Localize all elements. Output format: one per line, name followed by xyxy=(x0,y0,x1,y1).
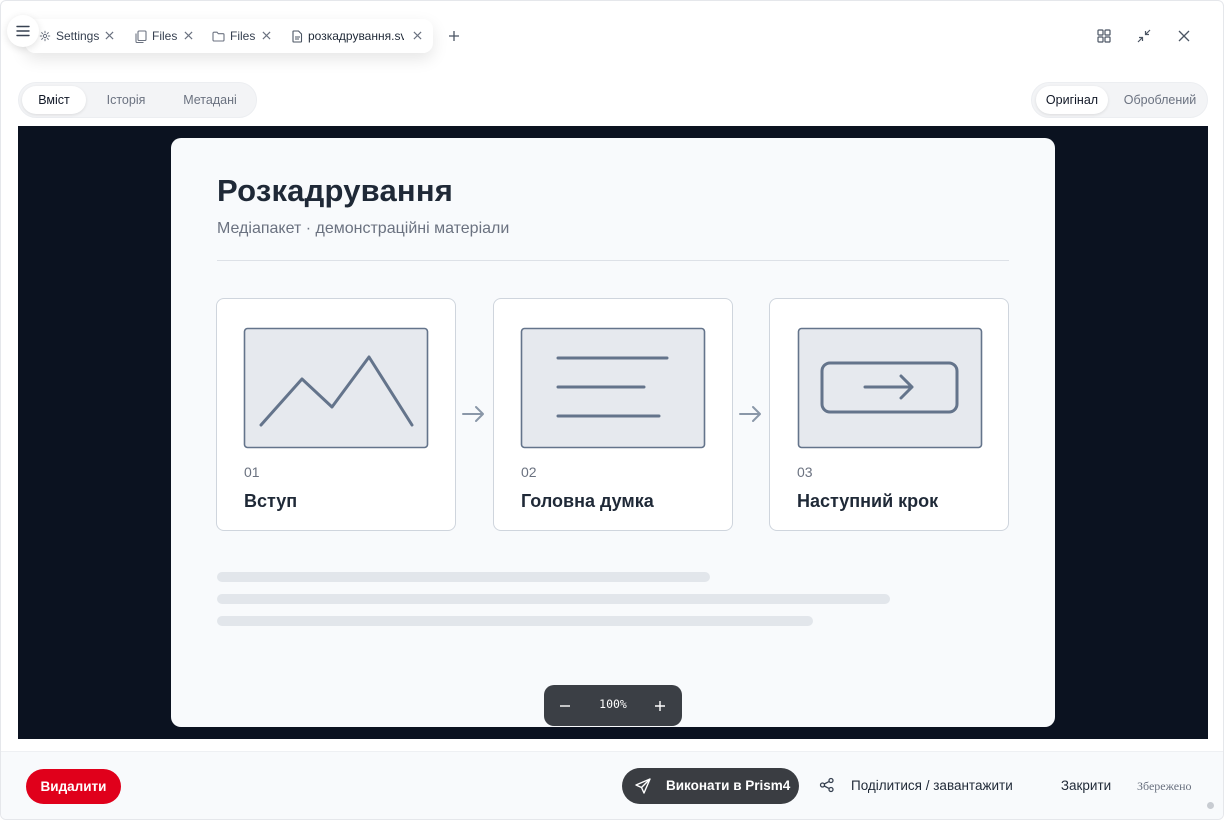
mountain-chart-illustration xyxy=(243,327,429,449)
add-tab-button[interactable] xyxy=(445,27,463,45)
arrow-button-illustration xyxy=(797,327,983,449)
tab-metadata[interactable]: Метадані xyxy=(171,86,249,114)
tab-files[interactable]: Files xyxy=(135,19,201,53)
zoom-level: 100% xyxy=(599,697,627,711)
placeholder-line xyxy=(217,572,710,582)
frame-title: Вступ xyxy=(244,491,298,511)
grid-icon xyxy=(1097,29,1111,43)
zoom-control: 100% xyxy=(544,685,682,726)
tab-label: Settings xyxy=(56,29,100,43)
arrow-right-icon xyxy=(739,406,761,422)
plus-icon xyxy=(449,31,459,41)
file-icon xyxy=(292,29,303,43)
arrow-right-icon xyxy=(462,406,484,422)
document-title: Розкадрування xyxy=(217,173,454,208)
delete-button[interactable]: Видалити xyxy=(26,769,121,804)
close-icon xyxy=(1178,30,1190,42)
mode-tabs: Оригінал Оброблений xyxy=(1031,82,1208,118)
share-icon xyxy=(819,777,834,793)
tab-content[interactable]: Вміст xyxy=(22,86,86,114)
frame-number: 02 xyxy=(521,464,537,480)
frame-number: 01 xyxy=(244,464,260,480)
tab-label: Files xyxy=(152,29,178,43)
action-bar xyxy=(1,751,1223,819)
view-tabs: Вміст Історія Метадані xyxy=(18,82,257,118)
close-tab-icon[interactable] xyxy=(184,31,193,40)
zoom-in-button[interactable] xyxy=(650,696,670,716)
tab-original[interactable]: Оригінал xyxy=(1036,86,1108,114)
tab-files-folder[interactable]: Files xyxy=(212,19,278,53)
copy-icon xyxy=(135,29,147,43)
plus-icon xyxy=(655,701,665,711)
tab-storyboard-file[interactable]: розкадрування.svg xyxy=(285,19,431,53)
run-in-prism4-button[interactable]: Виконати в Prism4 xyxy=(622,768,799,804)
menu-button[interactable] xyxy=(7,15,39,47)
tab-label: Files xyxy=(230,29,256,43)
collapse-icon xyxy=(1137,29,1151,43)
gear-icon xyxy=(39,30,51,42)
close-window-button[interactable] xyxy=(1175,27,1193,45)
tab-processed[interactable]: Оброблений xyxy=(1116,86,1204,114)
minus-icon xyxy=(560,705,570,707)
hamburger-icon xyxy=(16,25,30,37)
text-lines-illustration xyxy=(520,327,706,449)
document-subtitle: Медіапакет · демонстраційні матеріали xyxy=(217,220,510,237)
folder-icon xyxy=(212,31,225,42)
send-icon xyxy=(635,778,651,794)
share-download-button[interactable]: Поділитися / завантажити xyxy=(813,768,1038,804)
storyboard-frame-2: 02 Головна думка xyxy=(493,298,733,531)
storyboard-frame-3: 03 Наступний крок xyxy=(769,298,1009,531)
minimize-view-button[interactable] xyxy=(1135,27,1153,45)
divider xyxy=(217,260,1009,261)
placeholder-line xyxy=(217,594,890,604)
frame-number: 03 xyxy=(797,464,813,480)
zoom-out-button[interactable] xyxy=(555,696,575,716)
viewer-window: Settings Files Files розкадрування.svg В… xyxy=(0,0,1224,820)
storyboard-frame-1: 01 Вступ xyxy=(216,298,456,531)
close-tab-icon[interactable] xyxy=(105,31,114,40)
frame-title: Головна думка xyxy=(521,491,654,511)
close-button[interactable]: Закрити xyxy=(1048,768,1124,804)
share-button-label: Поділитися / завантажити xyxy=(851,778,1013,793)
frame-title: Наступний крок xyxy=(797,491,939,511)
placeholder-line xyxy=(217,616,813,626)
status-indicator xyxy=(1207,802,1214,809)
close-tab-icon[interactable] xyxy=(413,31,422,40)
tab-label: розкадрування.svg xyxy=(308,29,404,43)
tab-settings[interactable]: Settings xyxy=(39,19,121,53)
run-button-label: Виконати в Prism4 xyxy=(666,778,791,793)
grid-view-button[interactable] xyxy=(1095,27,1113,45)
tab-history[interactable]: Історія xyxy=(93,86,159,114)
save-status: Збережено xyxy=(1137,779,1192,793)
close-tab-icon[interactable] xyxy=(262,31,271,40)
